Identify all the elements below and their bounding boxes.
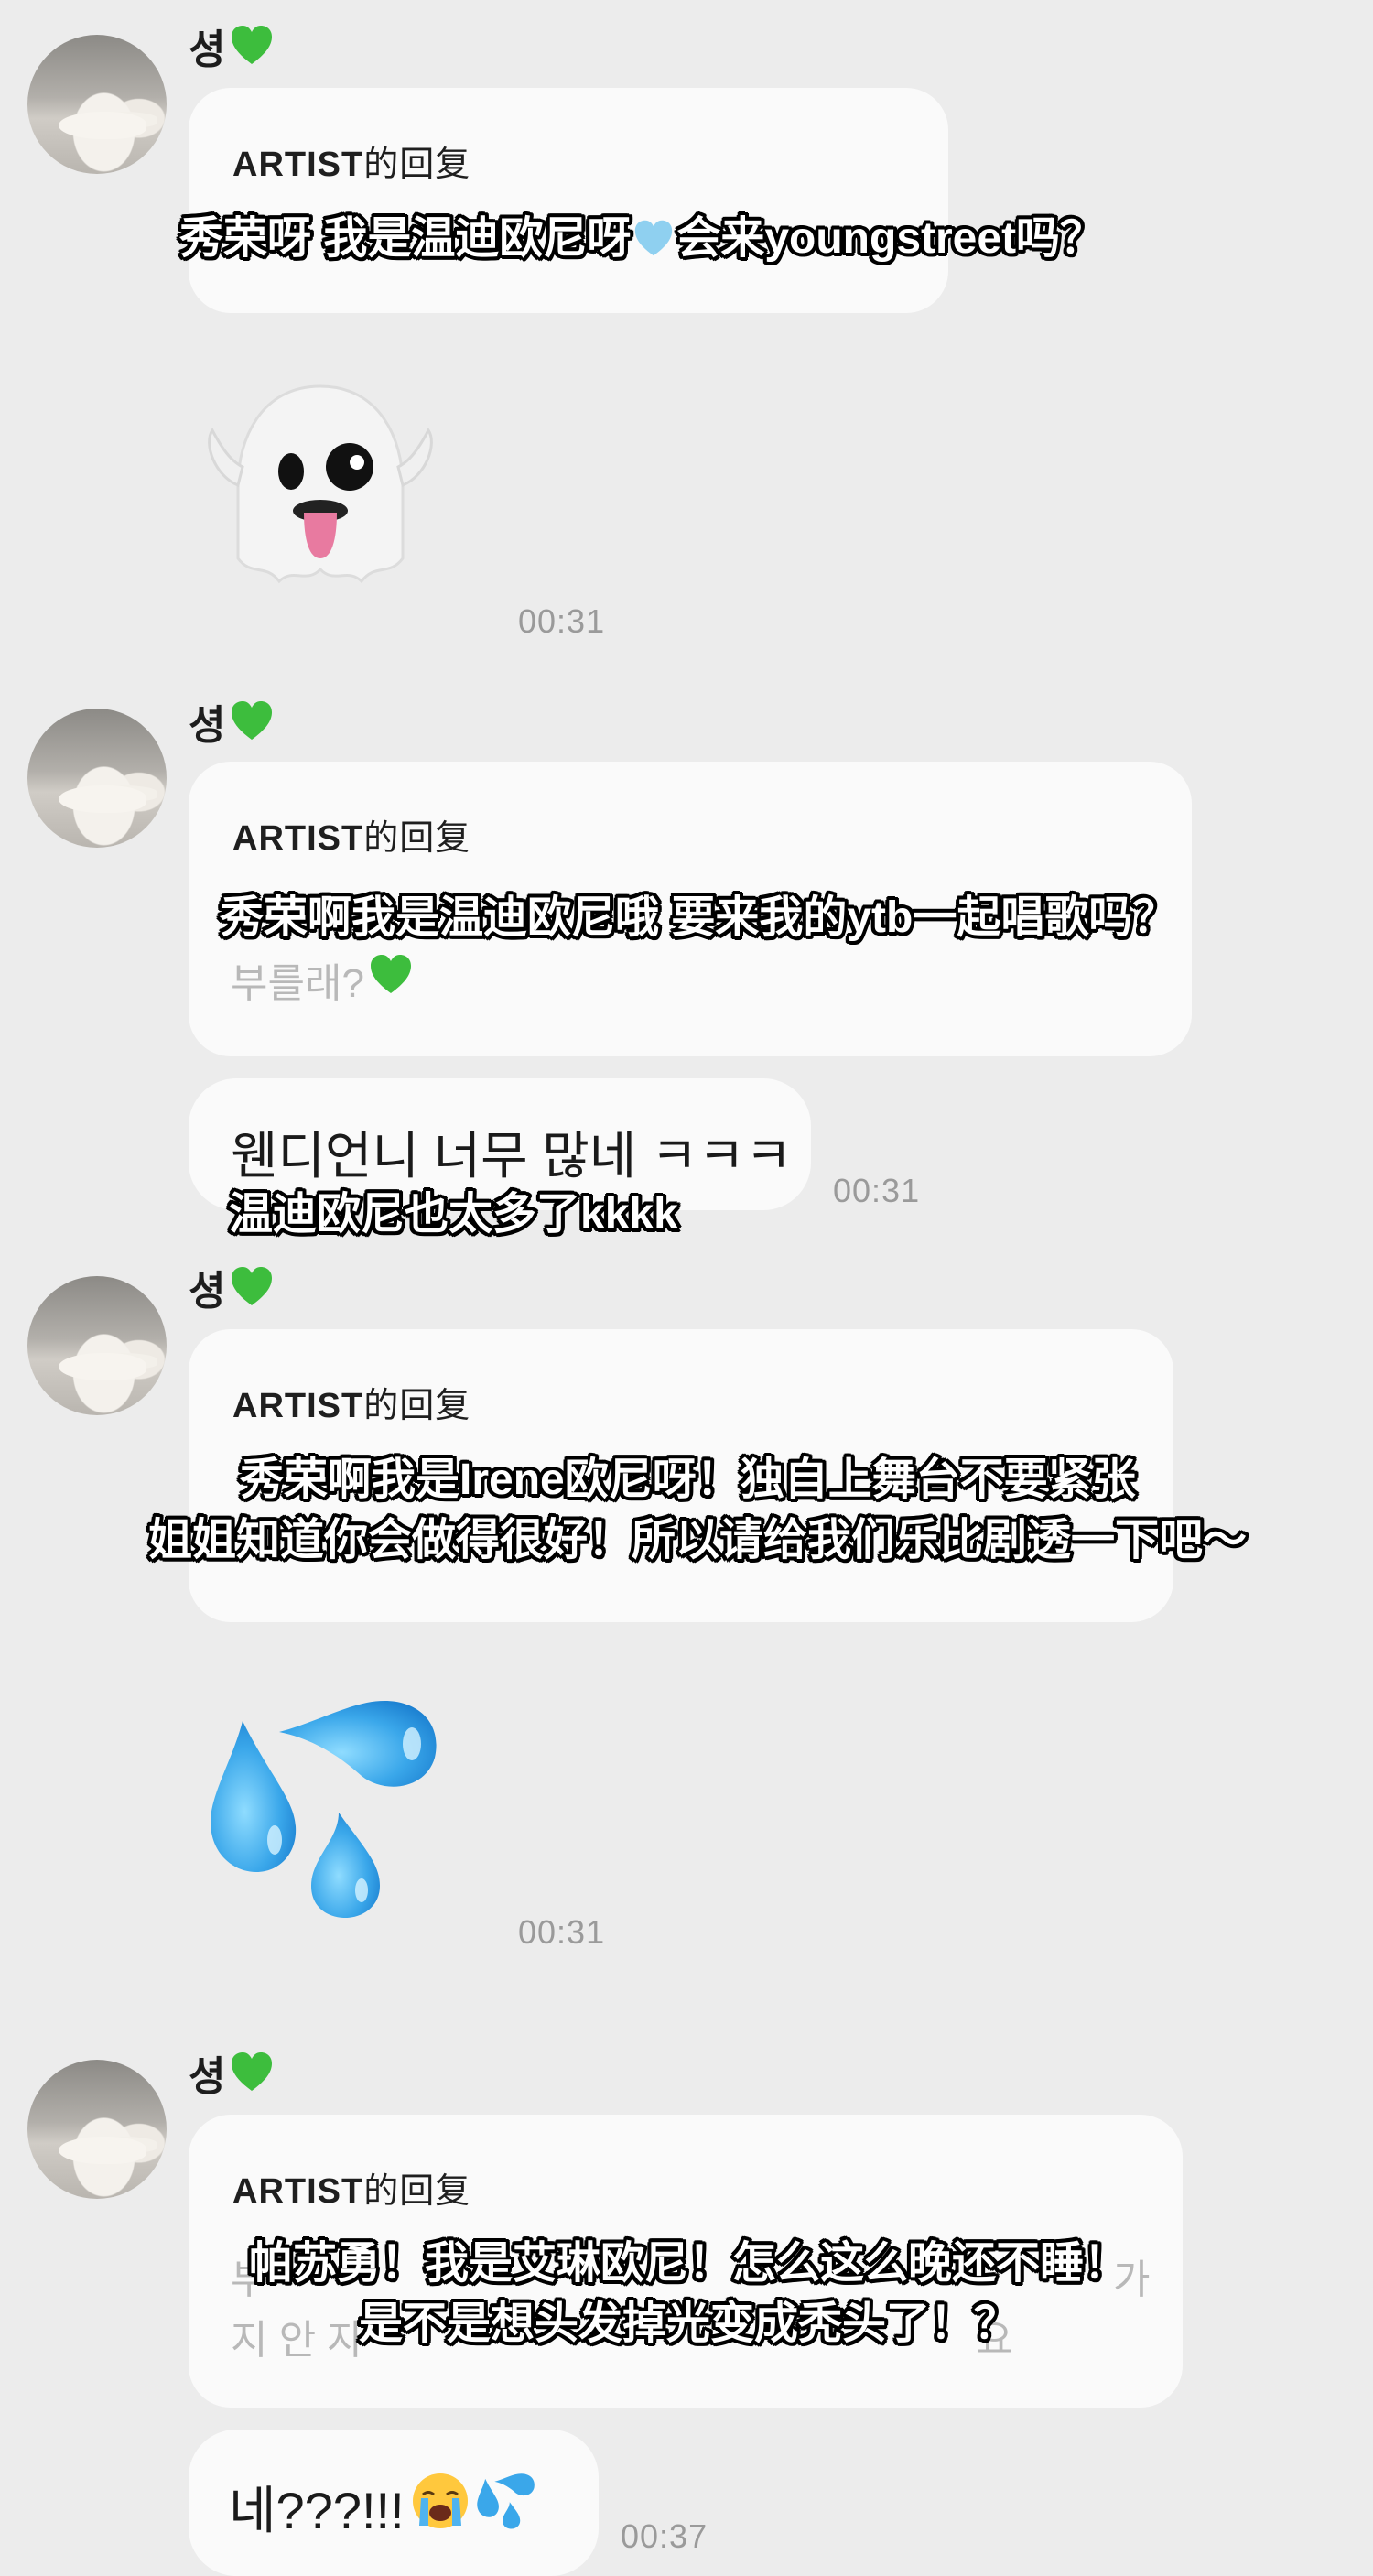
- subtitle: 姐姐知道你会做得很好！所以请给我们乐比剧透一下吧～: [148, 1516, 1248, 1564]
- sweat-droplets-icon: [476, 2471, 536, 2543]
- blue-heart-icon: [632, 216, 675, 273]
- sender-avatar[interactable]: [27, 2060, 167, 2199]
- timestamp: 00:31: [518, 1913, 606, 1951]
- green-heart-icon: [229, 23, 275, 69]
- green-heart-icon: [229, 1264, 275, 1310]
- message-text: 웬디언니 너무 많네 ㅋㅋㅋ: [231, 1127, 793, 1185]
- reply-preview-text: 부를래?: [231, 950, 414, 1009]
- sender-avatar[interactable]: [27, 1276, 167, 1415]
- reply-header: ARTIST的回复: [232, 1387, 471, 1425]
- reply-bubble[interactable]: ARTIST的回复: [189, 88, 948, 313]
- sender-name: 셩: [189, 1258, 275, 1316]
- timestamp: 00:31: [518, 602, 606, 640]
- timestamp: 00:31: [833, 1172, 921, 1209]
- subtitle: 帕苏勇！我是艾琳欧尼！怎么这么晚还不睡！: [249, 2239, 1129, 2288]
- sender-name: 셩: [189, 16, 275, 75]
- sender-name: 셩: [189, 2043, 275, 2102]
- green-heart-icon: [229, 2050, 275, 2095]
- message-text: 네???!!!: [229, 2470, 536, 2544]
- sender-avatar[interactable]: [27, 709, 167, 848]
- reply-header: ARTIST的回复: [232, 2172, 471, 2211]
- reply-preview-text: 지 안 자: [231, 2318, 364, 2363]
- subtitle: 秀荣啊我是Irene欧尼呀！独自上舞台不要紧张: [240, 1456, 1136, 1504]
- green-heart-icon: [229, 698, 275, 744]
- subtitle: 温迪欧尼也太多了kkkk: [229, 1190, 678, 1239]
- timestamp: 00:37: [621, 2517, 708, 2555]
- sweat-droplets-sticker-icon[interactable]: [206, 1694, 444, 1922]
- loudly-crying-face-icon: [410, 2471, 470, 2543]
- subtitle: 秀荣呀 我是温迪欧尼呀 会来youngstreet吗？: [179, 211, 1104, 273]
- message-bubble[interactable]: 네???!!!: [189, 2430, 599, 2576]
- subtitle: 秀荣啊我是温迪欧尼哦 要来我的ytb一起唱歌吗？: [220, 893, 1177, 942]
- reply-header: ARTIST的回复: [232, 819, 471, 858]
- green-heart-icon: [368, 952, 414, 1008]
- sender-name: 셩: [189, 692, 275, 751]
- sender-avatar[interactable]: [27, 35, 167, 174]
- reply-header: ARTIST的回复: [232, 146, 471, 184]
- ghost-sticker-icon[interactable]: [192, 375, 449, 604]
- subtitle: 是不是想头发掉光变成秃头了！？: [359, 2300, 1019, 2348]
